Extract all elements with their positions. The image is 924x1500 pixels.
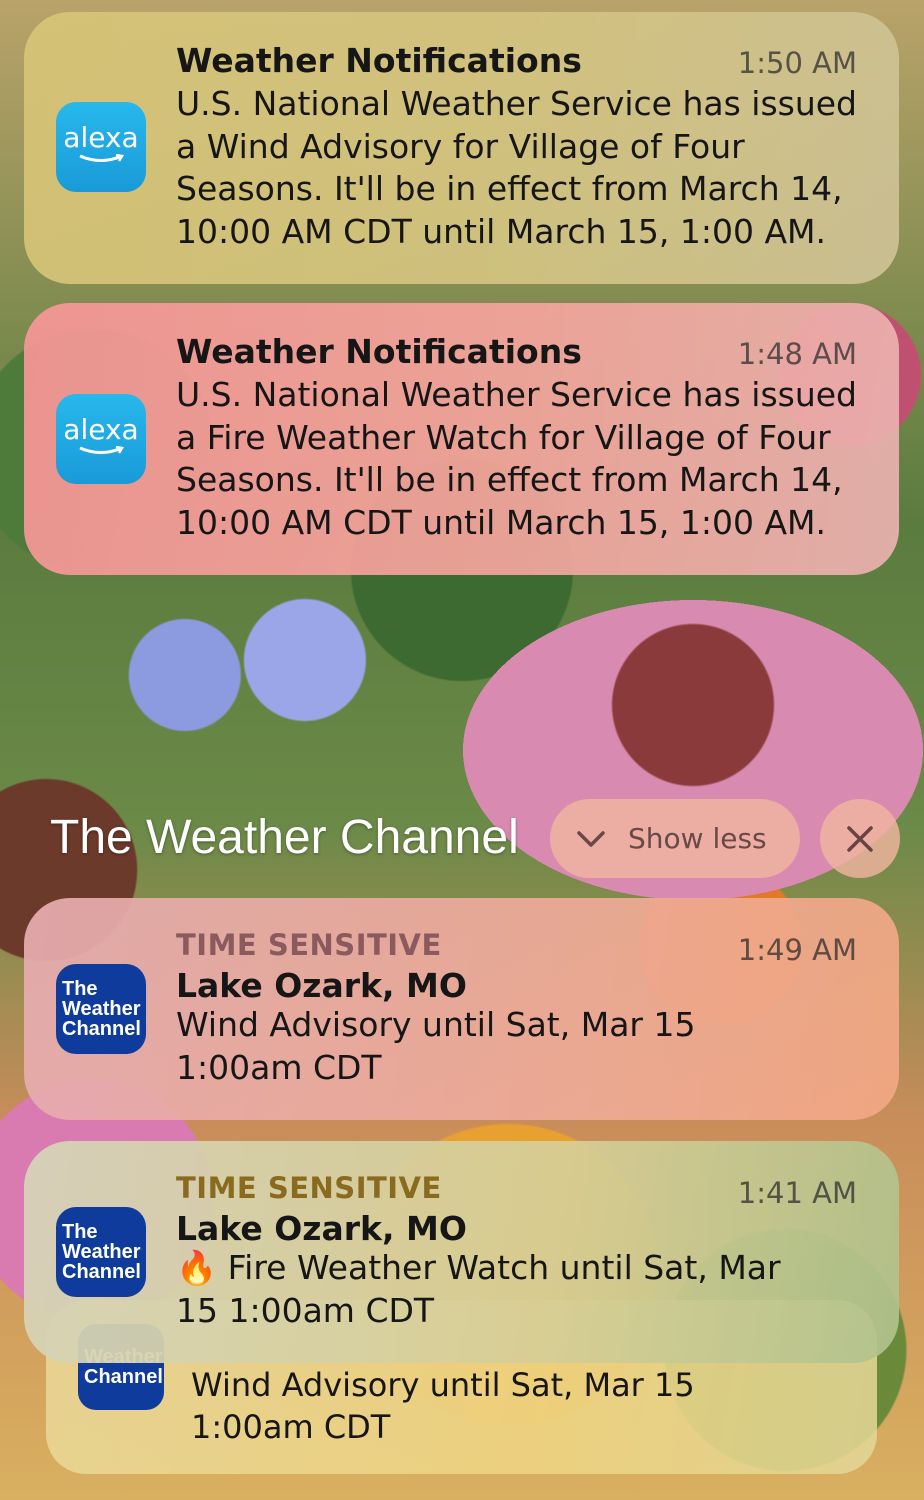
time-sensitive-label: TIME SENSITIVE	[176, 928, 442, 962]
alexa-icon-text: alexa	[63, 413, 139, 446]
notification-body: Wind Advisory until Sat, Mar 15 1:00am C…	[176, 1005, 696, 1087]
notification-body-line1: Wind Advisory until Sat, Mar 15	[191, 1366, 695, 1404]
notification-title: Weather Notifications	[176, 332, 582, 371]
notification-card-alexa-wind[interactable]: alexa Weather Notifications 1:50 AM U.S.…	[24, 12, 899, 284]
show-less-label: Show less	[628, 822, 767, 855]
notification-time: 1:50 AM	[737, 46, 857, 80]
notification-time: 1:48 AM	[737, 337, 857, 371]
weather-channel-icon: The Weather Channel	[56, 1207, 146, 1297]
notification-title: Lake Ozark, MO	[176, 966, 467, 1005]
notification-body-line2: 1:00am CDT	[191, 1408, 391, 1446]
weather-channel-icon: The Weather Channel	[56, 964, 146, 1054]
alexa-icon: alexa	[56, 394, 146, 484]
group-title: The Weather Channel	[50, 811, 519, 864]
weather-channel-icon-text: Channel	[62, 1261, 141, 1283]
notification-card-twc-wind[interactable]: The Weather Channel TIME SENSITIVE 1:49 …	[24, 898, 899, 1120]
chevron-down-icon	[577, 830, 605, 847]
notification-title: Lake Ozark, MO	[176, 1209, 467, 1248]
fire-emoji-icon: 🔥	[176, 1248, 218, 1287]
weather-channel-icon-text: Channel	[62, 1018, 141, 1040]
close-icon	[847, 825, 873, 852]
weather-channel-icon-text: Weather	[62, 998, 141, 1020]
weather-channel-icon-text: The	[62, 1221, 98, 1243]
notification-body: U.S. National Weather Service has issued…	[176, 375, 857, 542]
notification-title: Weather Notifications	[176, 41, 582, 80]
notification-body: 🔥 Fire Weather Watch until Sat, Mar 15 1…	[176, 1247, 809, 1332]
weather-channel-icon-text: Weather	[62, 1241, 141, 1263]
notification-card-alexa-fire[interactable]: alexa Weather Notifications 1:48 AM U.S.…	[24, 303, 899, 575]
alexa-icon-text: alexa	[63, 121, 139, 154]
notification-body-text: Fire Weather Watch until Sat, Mar 15 1:0…	[176, 1248, 781, 1330]
time-sensitive-label: TIME SENSITIVE	[176, 1171, 442, 1205]
clear-group-button[interactable]	[820, 799, 900, 878]
notification-body: U.S. National Weather Service has issued…	[176, 84, 857, 251]
notification-card-twc-fire[interactable]: The Weather Channel TIME SENSITIVE 1:41 …	[24, 1141, 899, 1363]
show-less-button[interactable]: Show less	[550, 799, 800, 878]
notification-time: 1:49 AM	[737, 933, 857, 967]
alexa-icon: alexa	[56, 102, 146, 192]
alexa-smile-icon	[79, 154, 124, 162]
weather-channel-icon-text: Channel	[84, 1366, 163, 1388]
weather-channel-icon-text: The	[62, 978, 98, 1000]
notification-time: 1:41 AM	[737, 1176, 857, 1210]
alexa-smile-icon	[79, 446, 124, 454]
